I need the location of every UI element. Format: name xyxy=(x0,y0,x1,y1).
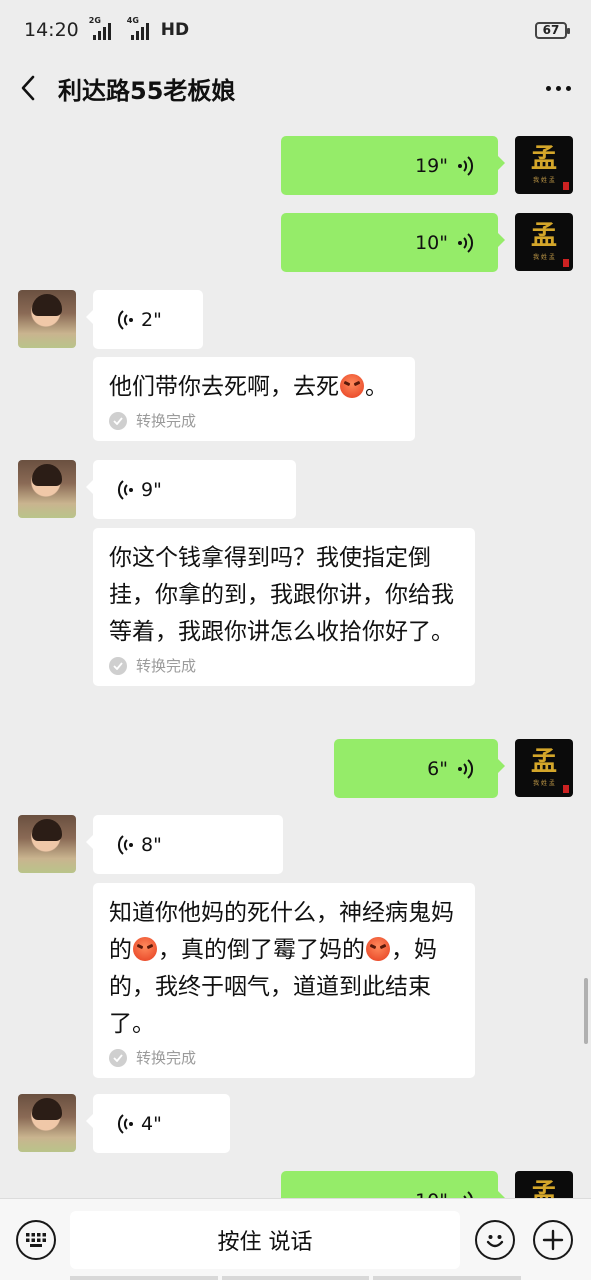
voice-duration: 19" xyxy=(415,154,448,177)
chat-area[interactable]: 19" 孟我 姓 孟 10" 孟我 姓 孟 2" 他们带你去死啊，去死。 转换完… xyxy=(0,116,591,1198)
voice-message[interactable]: 4" xyxy=(86,1094,230,1153)
check-icon xyxy=(109,1048,127,1067)
angry-face-icon xyxy=(340,374,364,398)
voice-duration: 2" xyxy=(141,308,162,331)
my-avatar[interactable]: 孟我 姓 孟 xyxy=(515,213,573,271)
voice-duration: 10" xyxy=(415,231,448,254)
check-icon xyxy=(109,411,127,430)
voice-duration: 10" xyxy=(415,1190,448,1199)
contact-avatar[interactable] xyxy=(18,460,76,518)
my-avatar[interactable]: 孟我 姓 孟 xyxy=(515,136,573,194)
angry-face-icon xyxy=(366,937,390,961)
contact-avatar[interactable] xyxy=(18,290,76,348)
transcript-done-label: 转换完成 xyxy=(136,657,197,675)
signal-icon: 4G xyxy=(127,16,149,40)
back-icon[interactable] xyxy=(0,60,56,116)
voice-duration: 4" xyxy=(141,1112,162,1135)
transcript-status: 转换完成 xyxy=(109,410,400,431)
voice-transcript[interactable]: 你这个钱拿得到吗？我使指定倒挂，你拿的到，我跟你讲，你给我等着，我跟你讲怎么收拾… xyxy=(93,528,475,686)
contact-avatar[interactable] xyxy=(18,1094,76,1152)
transcript-status: 转换完成 xyxy=(109,655,460,676)
voice-duration: 6" xyxy=(427,757,448,780)
voice-message[interactable]: 2" xyxy=(86,290,203,349)
voice-transcript[interactable]: 他们带你去死啊，去死。 转换完成 xyxy=(93,357,415,441)
voice-wave-icon xyxy=(463,1190,473,1198)
voice-wave-icon xyxy=(458,232,474,253)
scrollbar[interactable] xyxy=(584,978,588,1044)
voice-wave-icon xyxy=(458,758,474,779)
signal-icon: 2G xyxy=(89,16,111,40)
transcript-status: 转换完成 xyxy=(109,1047,460,1068)
input-bar: 按住 说话 xyxy=(0,1198,591,1280)
angry-face-icon xyxy=(133,937,157,961)
hd-indicator: HD xyxy=(160,20,190,40)
emoji-icon[interactable] xyxy=(475,1219,515,1260)
plus-icon[interactable] xyxy=(533,1219,573,1260)
voice-duration: 8" xyxy=(141,833,162,856)
voice-message[interactable]: 9" xyxy=(86,460,296,519)
my-avatar[interactable]: 孟我 姓 孟 xyxy=(515,739,573,797)
voice-message[interactable]: 10" xyxy=(281,1171,505,1199)
status-bar: 14:20 2G 4G HD 67 xyxy=(0,0,591,60)
transcript-done-label: 转换完成 xyxy=(136,412,197,430)
voice-wave-icon xyxy=(117,479,133,500)
voice-wave-icon xyxy=(117,1113,133,1134)
contact-avatar[interactable] xyxy=(18,815,76,873)
transcript-text: 。 xyxy=(365,374,388,400)
transcript-text: 他们带你去死啊，去死 xyxy=(109,374,339,400)
check-icon xyxy=(109,656,127,675)
keyboard-icon[interactable] xyxy=(16,1219,56,1260)
voice-message[interactable]: 8" xyxy=(86,815,283,874)
chat-title: 利达路55老板娘 xyxy=(58,76,236,105)
voice-duration: 9" xyxy=(141,478,162,501)
nav-indicator xyxy=(0,1276,591,1280)
voice-transcript[interactable]: 知道你他妈的死什么，神经病鬼妈的 ，真的倒了霉了妈的 ，妈的，我终于咽气，道道到此结… xyxy=(93,883,475,1078)
more-icon[interactable] xyxy=(546,85,571,91)
my-avatar[interactable]: 孟我 姓 孟 xyxy=(515,1171,573,1198)
status-time: 14:20 xyxy=(24,19,79,41)
voice-wave-icon xyxy=(458,155,474,176)
voice-wave-icon xyxy=(117,309,133,330)
transcript-text: 你这个钱拿得到吗？我使指定倒挂，你拿的到，我跟你讲，你给我等着，我跟你讲怎么收拾… xyxy=(109,545,454,645)
voice-message[interactable]: 6" xyxy=(334,739,505,798)
chat-header: 利达路55老板娘 xyxy=(0,60,591,116)
hold-to-talk-button[interactable]: 按住 说话 xyxy=(70,1210,460,1269)
transcript-text: ，真的倒了霉了妈的 xyxy=(158,937,365,963)
voice-wave-icon xyxy=(117,834,133,855)
voice-message[interactable]: 10" xyxy=(281,213,505,272)
battery-icon: 67 xyxy=(535,21,570,39)
transcript-done-label: 转换完成 xyxy=(136,1049,197,1067)
battery-level: 67 xyxy=(542,23,560,37)
voice-message[interactable]: 19" xyxy=(281,136,505,195)
